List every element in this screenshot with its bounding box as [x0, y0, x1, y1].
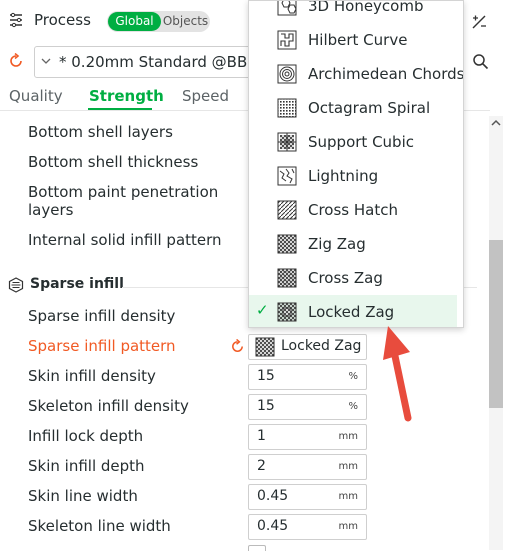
search-icon[interactable]	[472, 53, 489, 70]
setting-label-skeleton-infill-density: Skeleton infill density	[28, 397, 189, 415]
dropdown-item-label: Support Cubic	[308, 133, 414, 151]
dropdown-item[interactable]: Support Cubic	[249, 125, 457, 159]
setting-label-bottom-paint-penetration-line2: layers	[28, 201, 74, 219]
reset-icon[interactable]	[8, 53, 24, 69]
dropdown-item-label: Lightning	[308, 167, 379, 185]
reset-icon[interactable]	[230, 339, 245, 354]
sparse-infill-pattern-value: Locked Zag	[281, 338, 362, 354]
checkmark-icon: ✓	[256, 301, 269, 319]
dropdown-item-label: 3D Honeycomb	[308, 0, 424, 15]
dropdown-item-label: Cross Zag	[308, 269, 383, 287]
field-value: 2	[257, 458, 266, 474]
advanced-toggle-icon[interactable]	[470, 13, 488, 31]
section-title-sparse-infill: Sparse infill	[30, 276, 124, 292]
lightning-icon	[277, 166, 297, 186]
infill-pattern-dropdown: 3D Honeycomb Hilbert Curve Archimedean C…	[248, 0, 464, 328]
crosshatch-icon	[277, 200, 297, 220]
field-unit: %	[348, 401, 358, 412]
checkbox[interactable]	[248, 545, 266, 551]
lockedzag-icon	[255, 337, 275, 357]
infill-lock-depth-input[interactable]: 1 mm	[248, 424, 367, 450]
sparse-infill-pattern-select[interactable]: Locked Zag	[248, 334, 367, 360]
skeleton-infill-density-input[interactable]: 15 %	[248, 394, 367, 420]
skin-infill-depth-input[interactable]: 2 mm	[248, 454, 367, 480]
dropdown-item-label: Hilbert Curve	[308, 31, 408, 49]
dropdown-item[interactable]: Archimedean Chords	[249, 57, 463, 91]
dropdown-item-label: Zig Zag	[308, 235, 366, 253]
zigzag-icon	[277, 234, 297, 254]
skin-line-width-input[interactable]: 0.45 mm	[248, 484, 367, 510]
skin-infill-density-input[interactable]: 15 %	[248, 364, 367, 390]
field-unit: mm	[338, 521, 358, 532]
field-value: 0.45	[257, 488, 289, 504]
setting-label-skeleton-line-width: Skeleton line width	[28, 517, 171, 535]
chevron-down-icon	[41, 58, 51, 64]
setting-label-internal-solid-infill-pattern: Internal solid infill pattern	[28, 231, 222, 249]
setting-label-skin-infill-density: Skin infill density	[28, 367, 156, 385]
setting-label-infill-lock-depth: Infill lock depth	[28, 427, 144, 445]
global-objects-toggle[interactable]: Global Objects	[107, 11, 210, 32]
field-value: 15	[257, 368, 275, 384]
dropdown-item-label: Octagram Spiral	[308, 99, 431, 117]
scrollbar-thumb[interactable]	[489, 240, 503, 408]
tab-speed[interactable]: Speed	[182, 87, 229, 105]
sparse-infill-section-icon	[8, 277, 24, 293]
toggle-objects[interactable]: Objects	[162, 12, 209, 31]
dropdown-item[interactable]: 3D Honeycomb	[249, 0, 457, 23]
setting-label-bottom-shell-layers: Bottom shell layers	[28, 123, 173, 141]
setting-label-bottom-shell-thickness: Bottom shell thickness	[28, 153, 199, 171]
setting-label-skin-line-width: Skin line width	[28, 487, 138, 505]
setting-label-sparse-infill-pattern: Sparse infill pattern	[28, 337, 176, 355]
dropdown-item[interactable]: Lightning	[249, 159, 457, 193]
toggle-global[interactable]: Global	[108, 12, 161, 31]
dropdown-item[interactable]: Zig Zag	[249, 227, 457, 261]
setting-label-skin-infill-depth: Skin infill depth	[28, 457, 145, 475]
field-unit: %	[348, 371, 358, 382]
spiral-icon	[277, 64, 297, 84]
preset-value: * 0.20mm Standard @BBL X	[59, 53, 268, 71]
support-cubic-icon	[277, 132, 297, 152]
setting-label-bottom-paint-penetration-line1: Bottom paint penetration	[28, 183, 219, 201]
honeycomb-icon	[277, 1, 297, 16]
lockedzag-icon	[277, 302, 297, 322]
field-value: 0.45	[257, 518, 289, 534]
crosszag-icon	[277, 268, 297, 288]
dropdown-item-label: Cross Hatch	[308, 201, 398, 219]
annotation-arrow	[383, 326, 412, 422]
process-list-icon	[10, 12, 22, 28]
dropdown-item[interactable]: Cross Hatch	[249, 193, 457, 227]
scroll-up-icon[interactable]	[490, 118, 502, 128]
field-unit: mm	[338, 431, 358, 442]
dropdown-item-label: Archimedean Chords	[308, 65, 464, 83]
preset-dropdown[interactable]: * 0.20mm Standard @BBL X	[34, 46, 268, 78]
hilbert-icon	[277, 30, 297, 50]
field-value: 15	[257, 398, 275, 414]
octagram-icon	[277, 98, 297, 118]
skeleton-line-width-input[interactable]: 0.45 mm	[248, 514, 367, 540]
dropdown-item[interactable]: Hilbert Curve	[249, 23, 457, 57]
field-value: 1	[257, 428, 266, 444]
setting-label-sparse-infill-density: Sparse infill density	[28, 307, 176, 325]
field-unit: mm	[338, 461, 358, 472]
tab-quality[interactable]: Quality	[9, 87, 63, 105]
dropdown-item[interactable]: Cross Zag	[249, 261, 457, 295]
settings-tabs: Quality Strength Speed	[0, 82, 250, 110]
field-unit: mm	[338, 491, 358, 502]
process-title: Process	[34, 11, 91, 29]
dropdown-item[interactable]: Octagram Spiral	[249, 91, 457, 125]
tab-strength[interactable]: Strength	[89, 87, 164, 105]
